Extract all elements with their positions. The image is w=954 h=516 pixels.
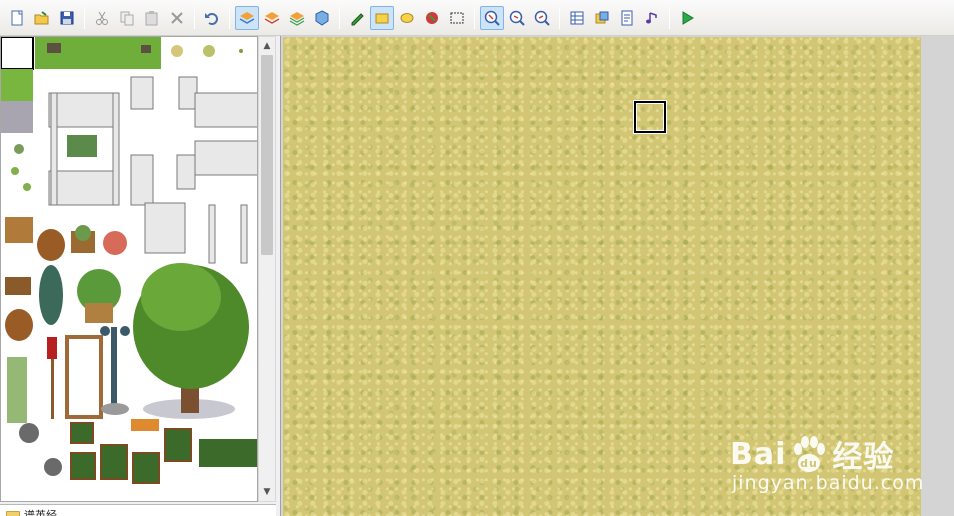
cut-button[interactable]	[90, 6, 114, 30]
select-button[interactable]	[445, 6, 469, 30]
watermark-brand-bai: Bai	[730, 436, 787, 472]
tile-cursor[interactable]	[634, 101, 666, 133]
copy-icon	[120, 11, 134, 25]
toolbar-separator	[669, 6, 670, 29]
layer2-icon	[264, 11, 280, 24]
rectangle-button[interactable]	[370, 5, 394, 30]
delete-button[interactable]	[165, 6, 189, 30]
materials-button[interactable]	[590, 6, 614, 30]
open-button[interactable]	[30, 6, 54, 30]
tileset-palette[interactable]	[0, 36, 258, 502]
toolbar-separator	[559, 6, 560, 29]
zoom-2x-icon	[509, 10, 525, 26]
tileset-scrollbar[interactable]: ▲ ▼	[258, 36, 276, 502]
ellipse-icon	[400, 12, 414, 23]
zoom-2x-button[interactable]	[505, 6, 529, 30]
scroll-down-icon[interactable]: ▼	[261, 485, 273, 499]
layer1-icon	[239, 11, 255, 24]
sound-test-button[interactable]	[640, 6, 664, 30]
watermark-brand-du: du	[801, 457, 819, 470]
database-button[interactable]	[565, 6, 589, 30]
flood-fill-button[interactable]	[420, 6, 444, 30]
flood-fill-icon	[426, 11, 438, 24]
baidu-watermark: Bai du 经验 jingyan.baidu.com	[730, 410, 923, 500]
toolbar-separator	[194, 6, 195, 29]
toolbar	[0, 0, 954, 36]
map-tree-item-label: 谱英经	[24, 509, 57, 516]
layer2-button[interactable]	[260, 6, 284, 30]
pencil-icon	[351, 12, 364, 25]
folder-icon	[6, 510, 20, 516]
script-editor-button[interactable]	[615, 6, 639, 30]
map-tree-item[interactable]: 谱英经	[6, 507, 57, 516]
map-tree-panel: 谱英经	[0, 504, 276, 516]
zoom-1x-icon	[484, 10, 500, 26]
new-icon	[11, 10, 23, 25]
save-button[interactable]	[55, 6, 79, 30]
paste-icon	[145, 10, 158, 25]
paw-logo-icon: du	[794, 436, 826, 472]
event-layer-button[interactable]	[310, 6, 334, 30]
new-button[interactable]	[5, 6, 29, 30]
zoom-1x-button[interactable]	[480, 5, 504, 30]
tileset-image[interactable]	[1, 37, 258, 502]
cut-icon	[96, 11, 108, 25]
selected-tile-empty	[1, 37, 34, 70]
delete-icon	[171, 11, 183, 24]
toolbar-separator	[229, 6, 230, 29]
layer1-button[interactable]	[235, 5, 259, 30]
zoom-4x-button[interactable]	[530, 6, 554, 30]
copy-button[interactable]	[115, 6, 139, 30]
toolbar-separator	[339, 6, 340, 29]
rectangle-icon	[375, 13, 389, 23]
layer3-button[interactable]	[285, 6, 309, 30]
save-icon	[60, 11, 74, 24]
watermark-url: jingyan.baidu.com	[732, 472, 925, 494]
event-layer-icon	[315, 9, 329, 26]
script-editor-icon	[621, 10, 633, 25]
toolbar-separator	[474, 6, 475, 29]
pencil-button[interactable]	[345, 6, 369, 30]
undo-icon	[205, 12, 218, 25]
materials-icon	[595, 11, 609, 23]
scrollbar-thumb[interactable]	[261, 55, 273, 255]
watermark-brand-cn: 经验	[832, 440, 895, 475]
zoom-4x-icon	[534, 10, 550, 26]
select-icon	[450, 12, 464, 23]
undo-button[interactable]	[200, 6, 224, 30]
sound-test-icon	[646, 11, 657, 23]
toolbar-separator	[84, 6, 85, 29]
open-icon	[34, 10, 49, 24]
database-icon	[570, 11, 584, 24]
playtest-button[interactable]	[675, 6, 699, 30]
ellipse-button[interactable]	[395, 6, 419, 30]
playtest-icon	[682, 10, 694, 25]
layer3-icon	[289, 11, 305, 26]
paste-button[interactable]	[140, 6, 164, 30]
scroll-up-icon[interactable]: ▲	[261, 39, 273, 53]
